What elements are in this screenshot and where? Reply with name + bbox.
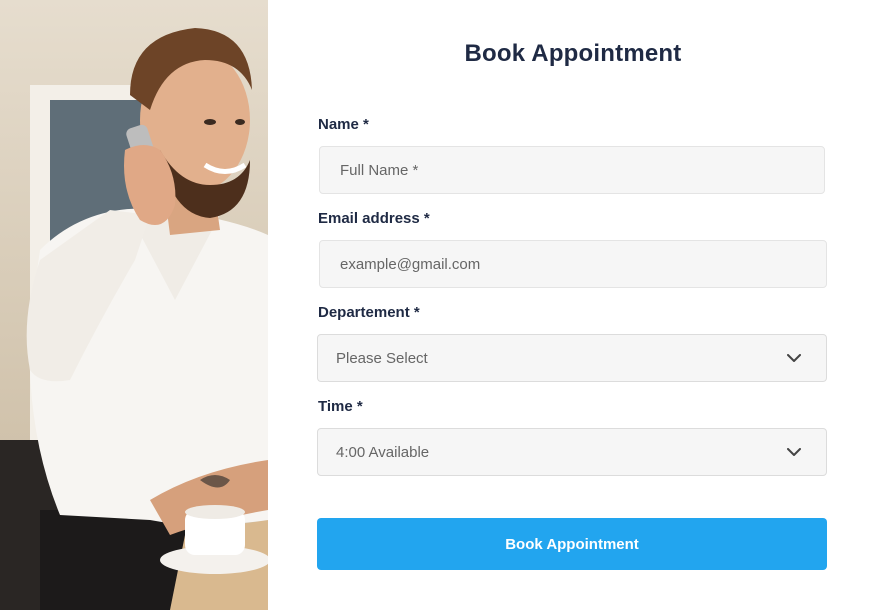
email-field-wrapper [319,240,827,288]
name-field-wrapper [319,146,825,194]
email-label: Email address * [318,210,430,227]
department-select[interactable]: Please Select [317,334,827,382]
time-select[interactable]: 4:00 Available [317,428,827,476]
department-label: Departement * [318,304,420,321]
department-selected-value: Please Select [336,349,428,367]
hero-photo [0,0,268,610]
time-label: Time * [318,398,363,415]
name-label: Name * [318,116,369,133]
appointment-page: Book Appointment Name * Email address * … [0,0,878,610]
chevron-down-icon [786,350,802,366]
name-input[interactable] [320,147,824,193]
booking-form: Book Appointment Name * Email address * … [268,0,878,610]
time-selected-value: 4:00 Available [336,443,430,461]
book-appointment-button[interactable]: Book Appointment [317,518,827,570]
chevron-down-icon [786,444,802,460]
form-title: Book Appointment [464,40,682,67]
email-input[interactable] [320,241,826,287]
